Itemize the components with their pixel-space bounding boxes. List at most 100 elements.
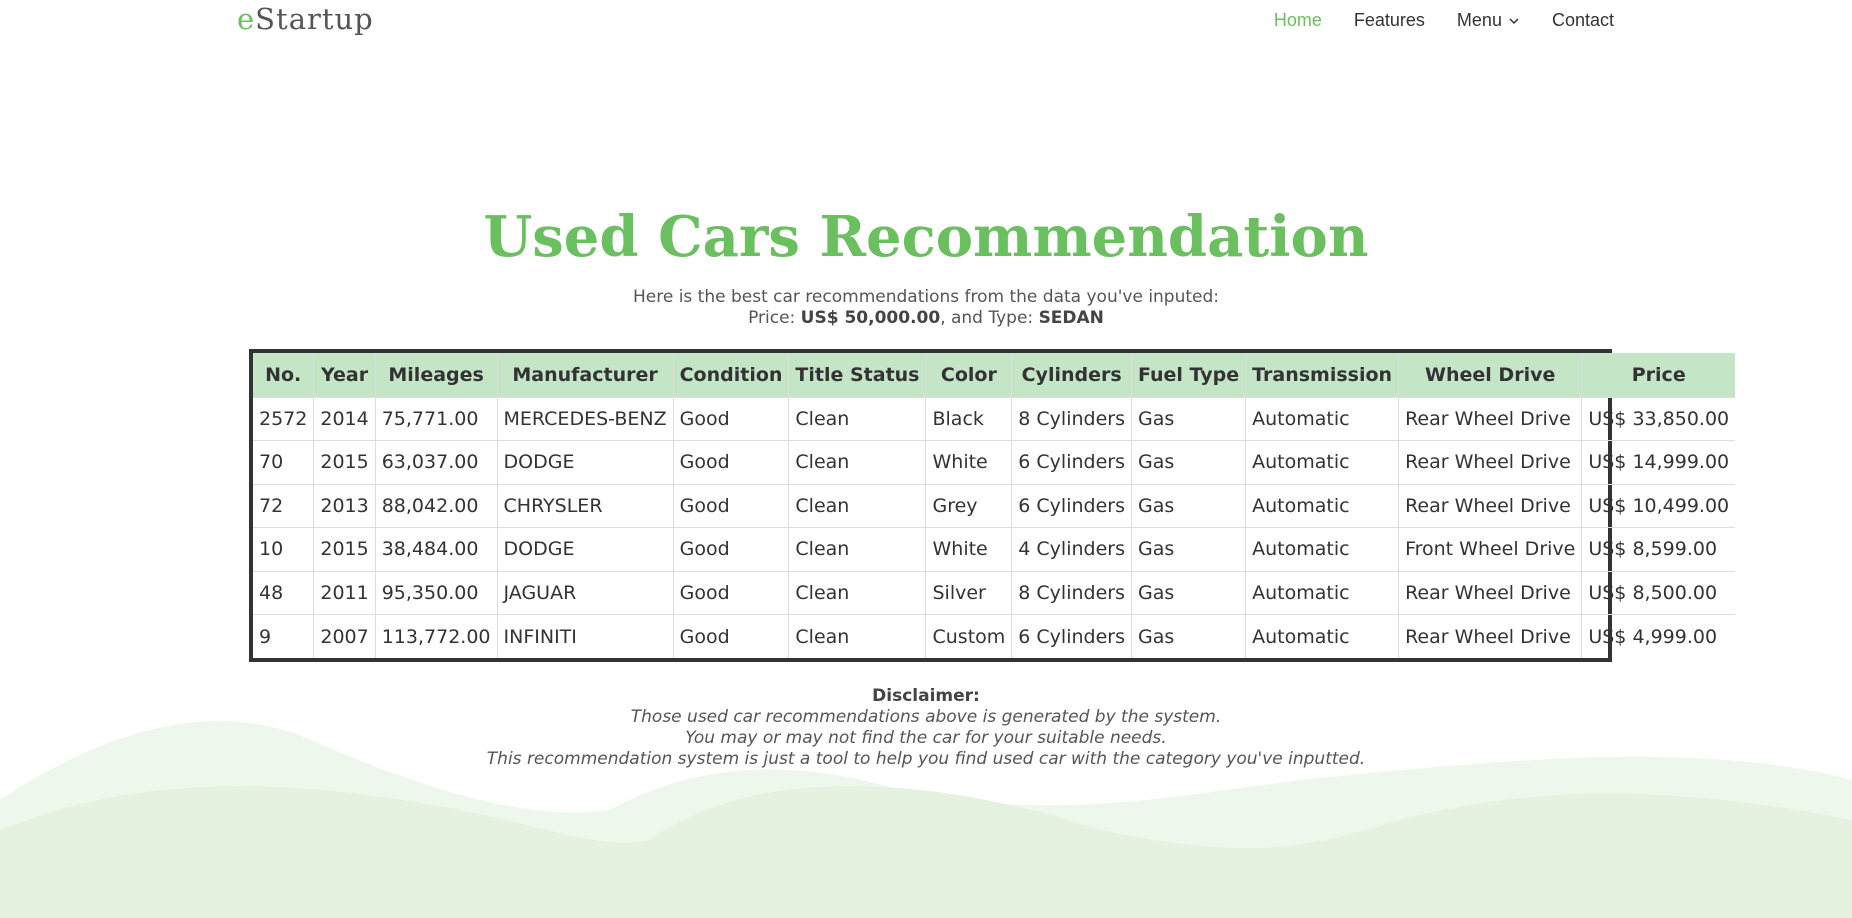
table-cell: Rear Wheel Drive	[1398, 570, 1583, 615]
table-cell: Automatic	[1245, 614, 1400, 658]
recommendations-table-container: No. Year Mileages Manufacturer Condition Titl…	[249, 349, 1736, 662]
table-cell: Grey	[925, 483, 1013, 528]
brand-name: Startup	[255, 2, 374, 36]
table-header-cell: Year	[313, 353, 376, 397]
nav-home-link[interactable]: Home	[1274, 10, 1322, 31]
type-value: SEDAN	[1038, 308, 1104, 328]
nav-menu-dropdown[interactable]: Menu	[1457, 10, 1520, 31]
page-title: Used Cars Recommendation	[483, 204, 1369, 270]
intro-line: Here is the best car recommendations fro…	[632, 287, 1220, 307]
table-cell: Gas	[1131, 483, 1247, 528]
table-cell: Gas	[1131, 570, 1247, 615]
table-cell: 63,037.00	[375, 440, 498, 484]
disclaimer: Disclaimer: Those used car recommendatio…	[0, 686, 1852, 770]
table-cell: Automatic	[1245, 396, 1400, 441]
table-cell: JAGUAR	[497, 570, 674, 615]
table-cell: Gas	[1131, 614, 1247, 658]
table-cell: MERCEDES-BENZ	[497, 396, 674, 441]
table-cell: 88,042.00	[375, 483, 498, 528]
table-cell: 8 Cylinders	[1011, 396, 1132, 441]
table-row: 72 2013 88,042.00 CHRYSLER Good Clean Grey 6 Cy…	[253, 483, 1736, 528]
table-cell: 72	[253, 483, 315, 528]
table-cell: US$ 10,499.00	[1581, 483, 1736, 528]
table-header-cell: No.	[253, 353, 315, 397]
table-header-cell: Price	[1581, 353, 1736, 397]
nav-contact-link[interactable]: Contact	[1552, 10, 1614, 31]
brand-prefix: e	[237, 2, 256, 36]
table-cell: Automatic	[1245, 570, 1400, 615]
table-cell: Good	[673, 570, 790, 615]
table-cell: 95,350.00	[375, 570, 498, 615]
table-header-cell: Condition	[673, 353, 790, 397]
table-cell: Silver	[925, 570, 1013, 615]
table-cell: 2013	[313, 483, 376, 528]
table-cell: DODGE	[497, 527, 674, 571]
table-row: 9 2007 113,772.00 INFINITI Good Clean Custom 6 …	[253, 614, 1736, 658]
table-cell: Rear Wheel Drive	[1398, 614, 1583, 658]
table-cell: White	[925, 527, 1013, 571]
navbar: eStartup Home Features Menu Contact	[0, 0, 1852, 46]
table-cell: Rear Wheel Drive	[1398, 396, 1583, 441]
table-header-cell: Manufacturer	[497, 353, 674, 397]
table-cell: 2572	[253, 396, 315, 441]
table-header-cell: Title Status	[788, 353, 927, 397]
table-cell: Clean	[788, 527, 927, 571]
disclaimer-line: You may or may not find the car for your…	[685, 728, 1167, 748]
table-cell: 2014	[313, 396, 376, 441]
table-cell: INFINITI	[497, 614, 674, 658]
table-cell: 2007	[313, 614, 376, 658]
disclaimer-line: This recommendation system is just a too…	[486, 749, 1366, 769]
table-cell: Good	[673, 483, 790, 528]
table-cell: 8 Cylinders	[1011, 570, 1132, 615]
intro-criteria: Price: US$ 50,000.00, and Type: SEDAN	[0, 308, 1852, 329]
table-cell: Good	[673, 396, 790, 441]
table-cell: 6 Cylinders	[1011, 614, 1132, 658]
table-cell: Gas	[1131, 440, 1247, 484]
table-cell: US$ 8,500.00	[1581, 570, 1736, 615]
table-cell: Clean	[788, 570, 927, 615]
table-cell: Automatic	[1245, 483, 1400, 528]
table-cell: 70	[253, 440, 315, 484]
table-cell: Gas	[1131, 527, 1247, 571]
price-value: US$ 50,000.00	[800, 308, 941, 328]
nav-features-link[interactable]: Features	[1354, 10, 1425, 31]
table-cell: Good	[673, 527, 790, 571]
nav-links: Home Features Menu Contact	[1274, 10, 1614, 31]
table-cell: Front Wheel Drive	[1398, 527, 1583, 571]
table-cell: Automatic	[1245, 440, 1400, 484]
table-row: 70 2015 63,037.00 DODGE Good Clean White 6 Cyli…	[253, 440, 1736, 484]
table-header-row: No. Year Mileages Manufacturer Condition Titl…	[253, 353, 1736, 397]
table-body: 2572 2014 75,771.00 MERCEDES-BENZ Good Clean B…	[253, 396, 1736, 658]
table-cell: 38,484.00	[375, 527, 498, 571]
table-header-cell: Transmission	[1245, 353, 1400, 397]
table-cell: US$ 8,599.00	[1581, 527, 1736, 571]
table-header-cell: Mileages	[375, 353, 498, 397]
nav-menu-label: Menu	[1456, 10, 1502, 30]
table-cell: 10	[253, 527, 315, 571]
table-header-cell: Wheel Drive	[1398, 353, 1583, 397]
table-header-cell: Fuel Type	[1131, 353, 1247, 397]
table-cell: US$ 33,850.00	[1581, 396, 1736, 441]
table-cell: Black	[925, 396, 1013, 441]
table-cell: Clean	[788, 440, 927, 484]
table-header-cell: Color	[925, 353, 1013, 397]
table-cell: 4 Cylinders	[1011, 527, 1132, 571]
table-row: 48 2011 95,350.00 JAGUAR Good Clean Silver 8 Cy…	[253, 570, 1736, 615]
table-row: 10 2015 38,484.00 DODGE Good Clean White 4 Cyli…	[253, 527, 1736, 571]
table-cell: 75,771.00	[375, 396, 498, 441]
intro-text: Here is the best car recommendations fro…	[0, 287, 1852, 329]
table-cell: 2011	[313, 570, 376, 615]
table-cell: 6 Cylinders	[1011, 483, 1132, 528]
table-cell: Clean	[788, 614, 927, 658]
table-cell: 48	[253, 570, 315, 615]
table-cell: US$ 14,999.00	[1581, 440, 1736, 484]
table-cell: US$ 4,999.00	[1581, 614, 1736, 658]
table-cell: Clean	[788, 396, 927, 441]
table-cell: Rear Wheel Drive	[1398, 483, 1583, 528]
chevron-down-icon	[1509, 17, 1519, 24]
table-cell: CHRYSLER	[497, 483, 674, 528]
table-row: 2572 2014 75,771.00 MERCEDES-BENZ Good Clean B…	[253, 396, 1736, 441]
table-cell: Clean	[788, 483, 927, 528]
table-cell: 9	[253, 614, 315, 658]
brand-logo[interactable]: eStartup	[237, 2, 374, 36]
